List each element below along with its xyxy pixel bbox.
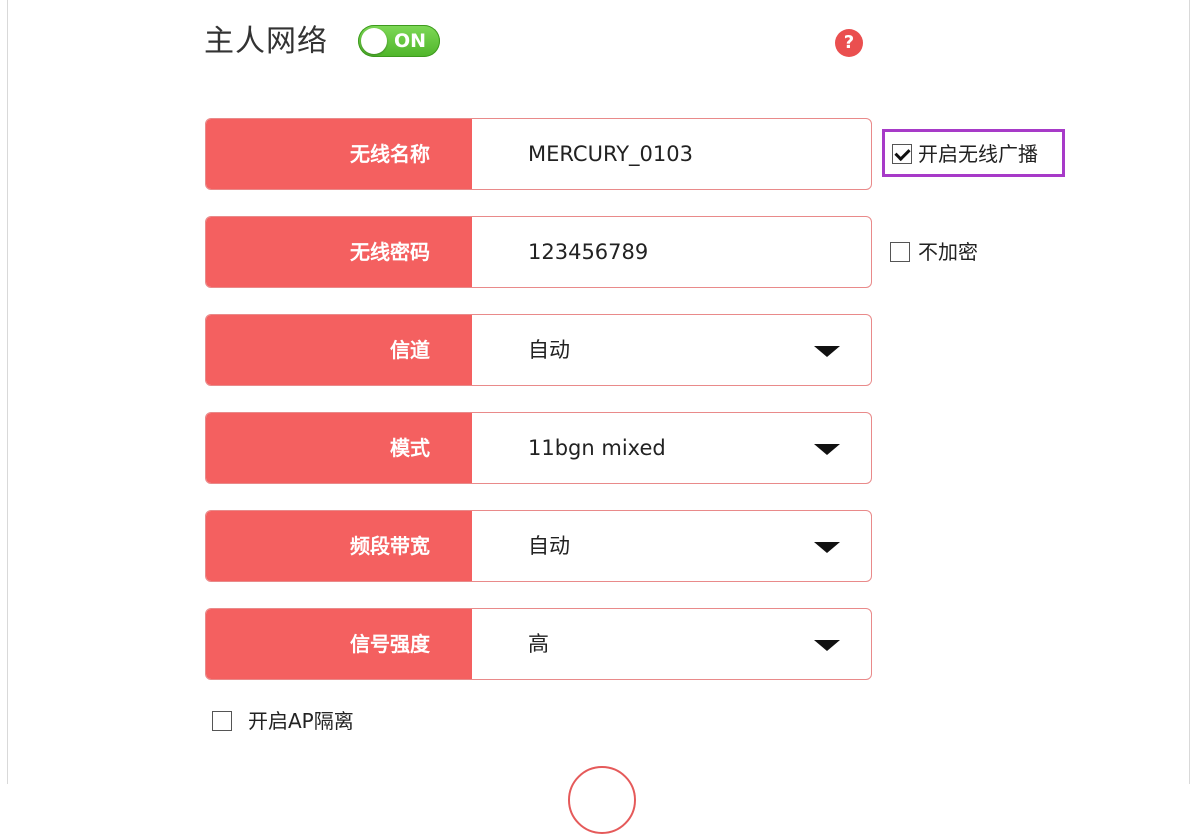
save-button[interactable] (568, 766, 636, 834)
toggle-knob (361, 28, 387, 54)
caret-down-icon[interactable] (814, 346, 840, 357)
broadcast-checkbox-label[interactable]: 开启无线广播 (918, 142, 1038, 166)
wireless-password-row: 无线密码 123456789 (205, 216, 872, 288)
host-network-toggle[interactable]: ON (358, 25, 440, 57)
broadcast-checkbox[interactable] (892, 144, 912, 164)
bandwidth-label: 频段带宽 (206, 511, 472, 581)
ap-isolation-checkbox-label[interactable]: 开启AP隔离 (248, 709, 354, 733)
caret-down-icon[interactable] (814, 640, 840, 651)
signal-strength-select-value[interactable]: 高 (528, 609, 549, 679)
caret-down-icon[interactable] (814, 542, 840, 553)
signal-strength-label: 信号强度 (206, 609, 472, 679)
mode-select-value[interactable]: 11bgn mixed (528, 413, 666, 483)
no-encrypt-checkbox-label[interactable]: 不加密 (918, 240, 978, 264)
mode-row[interactable]: 模式 11bgn mixed (205, 412, 872, 484)
bandwidth-select-value[interactable]: 自动 (528, 511, 570, 581)
question-circle-icon[interactable]: ? (835, 29, 863, 57)
bandwidth-row[interactable]: 频段带宽 自动 (205, 510, 872, 582)
wireless-name-label: 无线名称 (206, 119, 472, 189)
channel-label: 信道 (206, 315, 472, 385)
frame-border-left (7, 0, 8, 784)
wireless-name-row: 无线名称 MERCURY_0103 (205, 118, 872, 190)
section-title: 主人网络 (204, 24, 328, 59)
wireless-password-label: 无线密码 (206, 217, 472, 287)
mode-label: 模式 (206, 413, 472, 483)
ap-isolation-checkbox[interactable] (212, 711, 232, 731)
wireless-password-input[interactable]: 123456789 (528, 217, 648, 287)
no-encrypt-checkbox[interactable] (890, 242, 910, 262)
caret-down-icon[interactable] (814, 444, 840, 455)
channel-select-value[interactable]: 自动 (528, 315, 570, 385)
frame-border-right (1189, 0, 1190, 784)
wireless-name-input[interactable]: MERCURY_0103 (528, 119, 693, 189)
toggle-label: ON (394, 30, 427, 52)
signal-strength-row[interactable]: 信号强度 高 (205, 608, 872, 680)
channel-row[interactable]: 信道 自动 (205, 314, 872, 386)
